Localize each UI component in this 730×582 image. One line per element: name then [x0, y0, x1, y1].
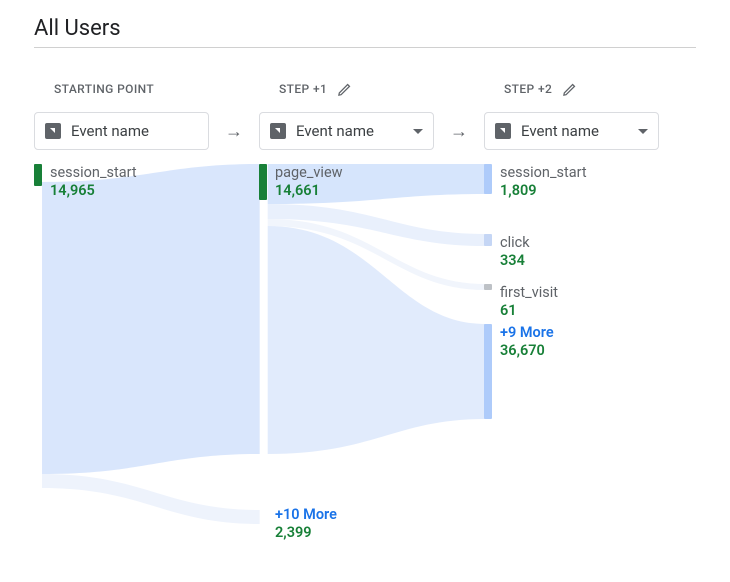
column-header-step2-label: STEP +2: [504, 82, 552, 96]
node-c2-first-visit[interactable]: first_visit 61: [484, 284, 558, 320]
pencil-icon[interactable]: [562, 82, 577, 97]
chevron-down-icon: [413, 129, 423, 134]
node-value: 334: [500, 252, 530, 270]
node-value: 61: [500, 302, 558, 320]
node-label-more: +10 More: [275, 506, 337, 524]
dropdown-step2-label: Event name: [521, 122, 628, 140]
column-header-step1: STEP +1: [259, 76, 434, 102]
node-c0-session-start[interactable]: session_start 14,965: [34, 164, 137, 200]
node-c2-click[interactable]: click 334: [484, 234, 530, 270]
column-step-2: STEP +2 Event name: [484, 76, 659, 150]
column-header-step1-label: STEP +1: [279, 82, 327, 96]
event-tag-icon: [495, 123, 511, 139]
event-tag-icon: [270, 123, 286, 139]
column-header-step2: STEP +2: [484, 76, 659, 102]
node-c1-page-view[interactable]: page_view 14,661: [259, 164, 343, 200]
node-bar: [484, 234, 492, 246]
dropdown-start-label: Event name: [71, 122, 198, 140]
node-value: 36,670: [500, 342, 554, 360]
flow-links: [34, 164, 696, 544]
node-value: 14,965: [50, 182, 137, 200]
node-bar: [484, 284, 492, 290]
path-chart: session_start 14,965 page_view 14,661 +1…: [34, 164, 696, 544]
node-bar: [484, 324, 492, 419]
chevron-down-icon: [638, 129, 648, 134]
node-value: 1,809: [500, 182, 587, 200]
node-label: session_start: [500, 164, 587, 182]
column-starting-point: STARTING POINT Event name: [34, 76, 209, 150]
event-tag-icon: [45, 123, 61, 139]
dropdown-start[interactable]: Event name: [34, 112, 209, 150]
node-label: session_start: [50, 164, 137, 182]
pencil-icon[interactable]: [337, 82, 352, 97]
path-columns: STARTING POINT Event name → STEP +1 Even…: [34, 76, 696, 150]
node-bar: [484, 164, 492, 194]
arrow-col-0: →: [209, 76, 259, 150]
node-value: 14,661: [275, 182, 343, 200]
node-label-more: +9 More: [500, 324, 554, 342]
node-label: first_visit: [500, 284, 558, 302]
node-value: 2,399: [275, 524, 337, 542]
node-bar: [259, 164, 267, 200]
column-header-start-label: STARTING POINT: [54, 82, 154, 96]
arrow-1-2: →: [450, 112, 468, 150]
node-c2-session-start[interactable]: session_start 1,809: [484, 164, 587, 200]
arrow-0-1: →: [225, 112, 243, 150]
node-c1-more[interactable]: +10 More 2,399: [259, 506, 337, 542]
node-label: click: [500, 234, 530, 252]
dropdown-step2[interactable]: Event name: [484, 112, 659, 150]
node-bar: [34, 164, 42, 186]
node-label: page_view: [275, 164, 343, 182]
column-step-1: STEP +1 Event name: [259, 76, 434, 150]
column-header-start: STARTING POINT: [34, 76, 209, 102]
page-title: All Users: [34, 16, 696, 48]
dropdown-step1-label: Event name: [296, 122, 403, 140]
node-c2-more[interactable]: +9 More 36,670: [484, 324, 554, 419]
arrow-col-1: →: [434, 76, 484, 150]
dropdown-step1[interactable]: Event name: [259, 112, 434, 150]
